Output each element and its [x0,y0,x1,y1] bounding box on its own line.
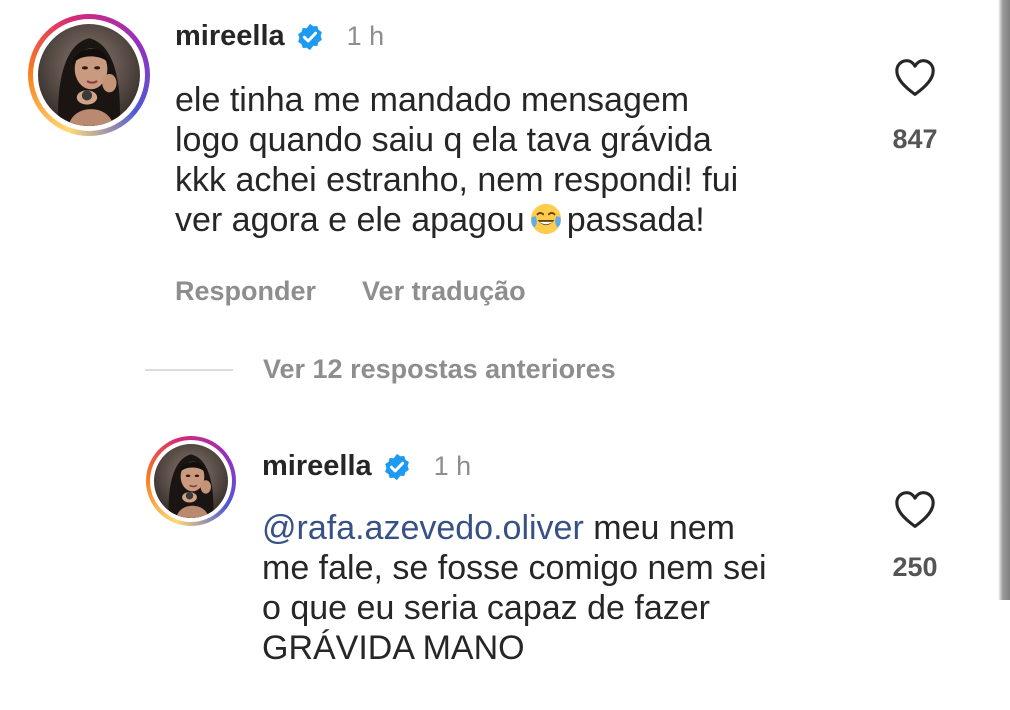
comment-actions: Responder Ver tradução [175,276,526,307]
view-previous-replies[interactable]: Ver 12 respostas anteriores [145,354,616,385]
comment-line-last: ver agora e ele apagou passada! [175,200,738,240]
comment-line: me fale, se fosse comigo nem sei [262,549,767,587]
heart-icon[interactable] [893,58,937,98]
username[interactable]: mireella [175,20,285,53]
screen-edge-gap [998,600,1010,710]
timestamp: 1 h [433,451,472,481]
like-count: 250 [892,552,938,582]
like-block: 847 [875,58,955,155]
comment-line-part: meu nem [583,509,735,547]
verified-badge-icon [382,452,412,482]
mention-link[interactable]: @rafa.azevedo.oliver [262,509,584,547]
comment-line-part: passada! [566,201,705,239]
comment-text: ele tinha me mandado mensagem logo quand… [175,80,738,240]
avatar[interactable] [28,14,150,136]
verified-badge-icon [295,22,325,52]
comment-line: @rafa.azevedo.oliver meu nem [262,508,767,548]
comment-line: GRÁVIDA MANO [262,629,525,667]
view-replies-label[interactable]: Ver 12 respostas anteriores [263,354,616,385]
like-block: 250 [875,490,955,583]
reply-button[interactable]: Responder [175,276,316,307]
comment-line-part: ver agora e ele apagou [175,201,525,239]
avatar-photo [38,24,140,126]
username[interactable]: mireella [262,450,372,483]
comment-line: ele tinha me mandado mensagem [175,81,690,119]
timestamp: 1 h [346,21,385,51]
comment-header: mireella 1 h [262,450,471,483]
comment-line: logo quando saiu q ela tava grávida [175,121,712,159]
avatar-photo [154,444,228,518]
comment-header: mireella 1 h [175,20,384,53]
comment-text: @rafa.azevedo.oliver meu nem me fale, se… [262,508,767,668]
translate-button[interactable]: Ver tradução [362,276,526,307]
comment-line: kkk achei estranho, nem respondi! fui [175,161,739,199]
like-count: 847 [892,124,938,154]
divider [145,368,233,371]
avatar[interactable] [146,436,236,526]
comment-line: o que eu seria capaz de fazer [262,589,710,627]
face-with-tears-of-joy-icon [529,202,563,236]
heart-icon[interactable] [893,490,937,530]
